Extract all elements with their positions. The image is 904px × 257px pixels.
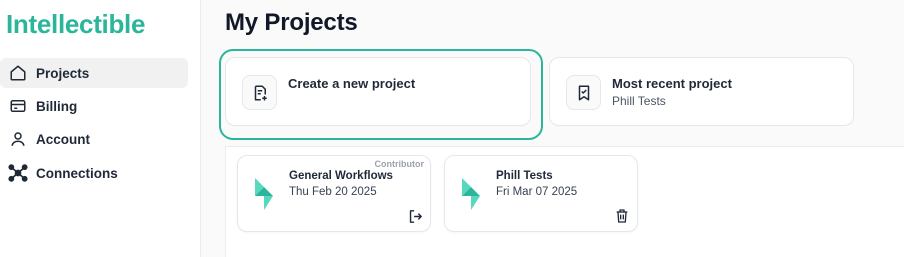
project-logo-icon xyxy=(255,178,273,210)
role-badge: Contributor xyxy=(374,159,425,169)
recent-project-name: Phill Tests xyxy=(612,94,666,108)
bookmark-check-icon xyxy=(566,75,601,110)
trash-icon[interactable] xyxy=(613,207,631,225)
project-date: Fri Mar 07 2025 xyxy=(496,186,578,198)
sidebar-item-label: Projects xyxy=(36,65,90,81)
leave-icon[interactable] xyxy=(406,207,424,225)
credit-card-icon xyxy=(8,96,28,116)
sidebar-item-billing[interactable]: Billing xyxy=(0,91,188,121)
new-document-icon xyxy=(242,75,277,110)
sidebar-item-connections[interactable]: Connections xyxy=(0,158,188,188)
project-logo-icon xyxy=(462,178,480,210)
sidebar-item-label: Connections xyxy=(36,165,118,181)
sidebar-item-label: Account xyxy=(36,131,90,147)
user-icon xyxy=(8,129,28,149)
home-icon xyxy=(8,63,28,83)
project-card[interactable]: Phill Tests Fri Mar 07 2025 xyxy=(444,155,638,232)
sidebar-item-projects[interactable]: Projects xyxy=(0,58,188,88)
project-date: Thu Feb 20 2025 xyxy=(289,186,377,198)
recent-project-title: Most recent project xyxy=(612,76,732,91)
network-icon xyxy=(8,163,28,183)
sidebar-item-label: Billing xyxy=(36,98,78,114)
page-title: My Projects xyxy=(225,9,358,36)
create-project-title: Create a new project xyxy=(288,76,416,91)
create-project-card[interactable]: Create a new project xyxy=(225,57,531,126)
sidebar-item-account[interactable]: Account xyxy=(0,124,188,154)
project-name: Phill Tests xyxy=(496,170,553,182)
sidebar: Intellectible Projects Billing Account C… xyxy=(0,0,201,257)
recent-project-card[interactable]: Most recent project Phill Tests xyxy=(549,57,854,126)
project-name: General Workflows xyxy=(289,170,393,182)
brand-logo[interactable]: Intellectible xyxy=(6,9,145,40)
main-content: My Projects Create a new project Most re… xyxy=(201,0,904,257)
project-card[interactable]: Contributor General Workflows Thu Feb 20… xyxy=(237,155,431,232)
